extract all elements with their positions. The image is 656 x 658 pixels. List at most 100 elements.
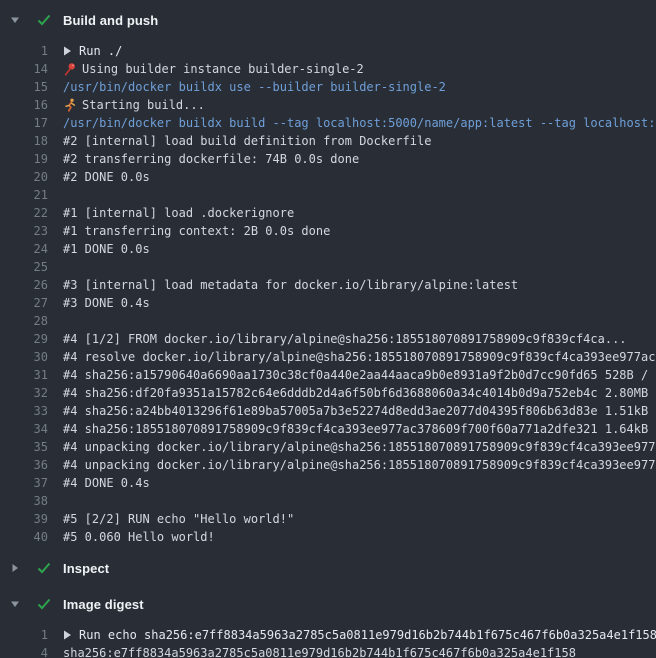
line-number[interactable]: 4 xyxy=(0,646,48,658)
log-text-content: Using builder instance builder-single-2 xyxy=(82,62,364,76)
log-section-image-digest: Image digest 1 Run echo sha256:e7ff8834a59… xyxy=(0,590,656,658)
line-number[interactable]: 23 xyxy=(0,224,48,238)
log-line: 27 #3 DONE 0.4s xyxy=(0,294,656,312)
log-text: #4 [1/2] FROM docker.io/library/alpine@s… xyxy=(63,332,627,346)
line-number[interactable]: 22 xyxy=(0,206,48,220)
section-title: Inspect xyxy=(63,561,109,576)
line-number[interactable]: 14 xyxy=(0,62,48,76)
log-text: Starting build... xyxy=(63,98,205,112)
line-number[interactable]: 1 xyxy=(0,44,48,58)
log-line: 15/usr/bin/docker buildx use --builder b… xyxy=(0,78,656,96)
log-text: #4 unpacking docker.io/library/alpine@sh… xyxy=(63,440,656,454)
line-number[interactable]: 27 xyxy=(0,296,48,310)
log-text-content: #1 transferring context: 2B 0.0s done xyxy=(63,224,330,238)
log-text-content: #4 [1/2] FROM docker.io/library/alpine@s… xyxy=(63,332,627,346)
check-icon xyxy=(37,562,51,574)
line-number[interactable]: 16 xyxy=(0,98,48,112)
log-text-content: #1 [internal] load .dockerignore xyxy=(63,206,294,220)
log-line: 18 #2 [internal] load build definition fr… xyxy=(0,132,656,150)
run-expander-icon[interactable] xyxy=(63,630,72,640)
log-text: Run echo sha256:e7ff8834a5963a2785c5a081… xyxy=(63,628,656,642)
section-title: Image digest xyxy=(63,597,144,612)
check-icon xyxy=(37,14,51,26)
log-text-content: #2 DONE 0.0s xyxy=(63,170,150,184)
log-text: /usr/bin/docker buildx use --builder bui… xyxy=(63,80,446,94)
log-text-content: sha256:e7ff8834a5963a2785c5a0811e979d16b… xyxy=(63,646,576,658)
section-title: Build and push xyxy=(63,13,158,28)
log-text-content: #4 unpacking docker.io/library/alpine@sh… xyxy=(63,440,656,454)
line-number[interactable]: 18 xyxy=(0,134,48,148)
log-line: 37#4 DONE 0.4s xyxy=(0,474,656,492)
log-text: #2 [internal] load build definition from… xyxy=(63,134,431,148)
pushpin-icon xyxy=(63,62,77,76)
log-text: #1 [internal] load .dockerignore xyxy=(63,206,294,220)
log-text: #4 sha256:a24bb4013296f61e89ba57005a7b3e… xyxy=(63,404,656,418)
line-number[interactable]: 1 xyxy=(0,628,48,642)
log-text: Run ./ xyxy=(63,44,122,58)
line-number[interactable]: 40 xyxy=(0,530,48,544)
log-line: 20 #2 DONE 0.0s xyxy=(0,168,656,186)
log-line: 21 xyxy=(0,186,656,204)
line-number[interactable]: 21 xyxy=(0,188,48,202)
log-text-content: #5 [2/2] RUN echo "Hello world!" xyxy=(63,512,294,526)
line-number[interactable]: 20 xyxy=(0,170,48,184)
log-line: 25 xyxy=(0,258,656,276)
chevron-down-icon[interactable] xyxy=(10,15,20,25)
log-text-content: #4 unpacking docker.io/library/alpine@sh… xyxy=(63,458,656,472)
log-line: 1 Run ./ xyxy=(0,42,656,60)
line-number[interactable]: 33 xyxy=(0,404,48,418)
log-text: #4 sha256:a15790640a6690aa1730c38cf0a440… xyxy=(63,368,656,382)
line-number[interactable]: 24 xyxy=(0,242,48,256)
log-text: #5 0.060 Hello world! xyxy=(63,530,215,544)
runner-icon xyxy=(63,98,77,112)
section-header[interactable]: Image digest xyxy=(0,590,656,618)
log-text: #3 DONE 0.4s xyxy=(63,296,150,310)
line-number[interactable]: 26 xyxy=(0,278,48,292)
log-text-content: /usr/bin/docker buildx build --tag local… xyxy=(63,116,656,130)
line-number[interactable]: 19 xyxy=(0,152,48,166)
log-section-inspect: Inspect xyxy=(0,554,656,582)
line-number[interactable]: 35 xyxy=(0,440,48,454)
log-text: #2 DONE 0.0s xyxy=(63,170,150,184)
chevron-right-icon[interactable] xyxy=(10,563,20,573)
log-line: 39 #5 [2/2] RUN echo "Hello world!" xyxy=(0,510,656,528)
log-line: 30 #4 resolve docker.io/library/alpine@sh… xyxy=(0,348,656,366)
log-text-content: #2 [internal] load build definition from… xyxy=(63,134,431,148)
run-expander-icon[interactable] xyxy=(63,46,72,56)
line-number[interactable]: 38 xyxy=(0,494,48,508)
log-line: 23 #1 transferring context: 2B 0.0s done xyxy=(0,222,656,240)
log-text-content: #4 resolve docker.io/library/alpine@sha2… xyxy=(63,350,656,364)
line-number[interactable]: 28 xyxy=(0,314,48,328)
log-text-content: #4 sha256:a15790640a6690aa1730c38cf0a440… xyxy=(63,368,656,382)
log-text-content: #4 sha256:a24bb4013296f61e89ba57005a7b3e… xyxy=(63,404,656,418)
log-line: 24 #1 DONE 0.0s xyxy=(0,240,656,258)
log-section-build-and-push: Build and push 1 Run ./ 14 Using builder ins… xyxy=(0,6,656,554)
line-number[interactable]: 34 xyxy=(0,422,48,436)
line-number[interactable]: 15 xyxy=(0,80,48,94)
log-text: #1 DONE 0.0s xyxy=(63,242,150,256)
line-number[interactable]: 17 xyxy=(0,116,48,130)
log-line: 33 #4 sha256:a24bb4013296f61e89ba57005a7b… xyxy=(0,402,656,420)
line-number[interactable]: 37 xyxy=(0,476,48,490)
log-line: 38 xyxy=(0,492,656,510)
line-number[interactable]: 31 xyxy=(0,368,48,382)
line-number[interactable]: 29 xyxy=(0,332,48,346)
line-number[interactable]: 30 xyxy=(0,350,48,364)
log-line: 22 #1 [internal] load .dockerignore xyxy=(0,204,656,222)
line-number[interactable]: 36 xyxy=(0,458,48,472)
log-line: 35 #4 unpacking docker.io/library/alpine@… xyxy=(0,438,656,456)
log-text-content: #5 0.060 Hello world! xyxy=(63,530,215,544)
log-text: #1 transferring context: 2B 0.0s done xyxy=(63,224,330,238)
log-text: #2 transferring dockerfile: 74B 0.0s don… xyxy=(63,152,359,166)
section-header[interactable]: Build and push xyxy=(0,6,656,34)
section-header[interactable]: Inspect xyxy=(0,554,656,582)
check-icon xyxy=(37,598,51,610)
line-number[interactable]: 25 xyxy=(0,260,48,274)
log-text-content: Run ./ xyxy=(79,44,122,58)
log-line: 36 #4 unpacking docker.io/library/alpine@… xyxy=(0,456,656,474)
log-line: 19 #2 transferring dockerfile: 74B 0.0s d… xyxy=(0,150,656,168)
line-number[interactable]: 39 xyxy=(0,512,48,526)
line-number[interactable]: 32 xyxy=(0,386,48,400)
chevron-down-icon[interactable] xyxy=(10,599,20,609)
log-text-content: #3 DONE 0.4s xyxy=(63,296,150,310)
